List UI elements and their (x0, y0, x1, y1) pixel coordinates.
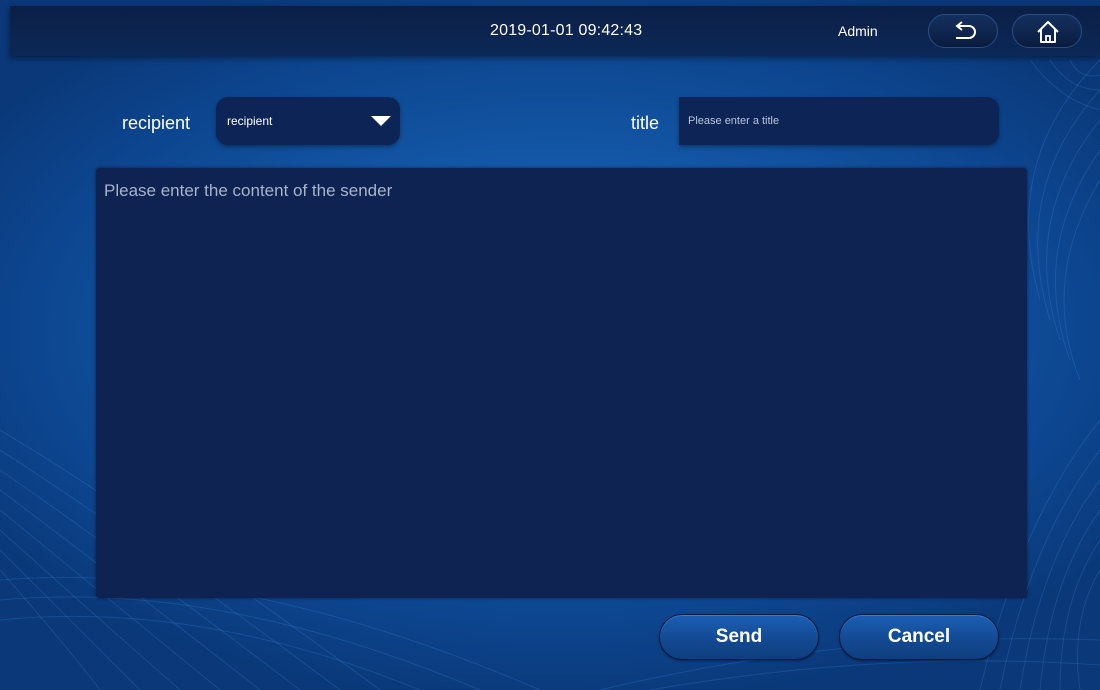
compose-message-screen: 2019-01-01 09:42:43 Admin recipient reci… (0, 0, 1100, 690)
home-button[interactable] (1012, 14, 1082, 48)
home-icon (1037, 21, 1059, 43)
cancel-button[interactable]: Cancel (839, 614, 999, 660)
recipient-selected-value: recipient (227, 114, 273, 128)
title-input[interactable]: Please enter a title (679, 97, 999, 145)
back-button[interactable] (928, 14, 998, 48)
back-arrow-icon (955, 21, 976, 39)
top-status-bar: 2019-01-01 09:42:43 Admin (10, 6, 1100, 56)
title-placeholder: Please enter a title (688, 115, 780, 127)
dropdown-arrow-icon[interactable] (370, 115, 392, 127)
send-button[interactable]: Send (659, 614, 819, 660)
message-content-textarea[interactable]: Please enter the content of the sender (96, 168, 1027, 598)
datetime-display: 2019-01-01 09:42:43 (490, 22, 643, 39)
title-label: title (631, 113, 660, 133)
current-user-label: Admin (838, 23, 878, 39)
content-placeholder: Please enter the content of the sender (104, 181, 393, 200)
recipient-label: recipient (122, 113, 191, 133)
